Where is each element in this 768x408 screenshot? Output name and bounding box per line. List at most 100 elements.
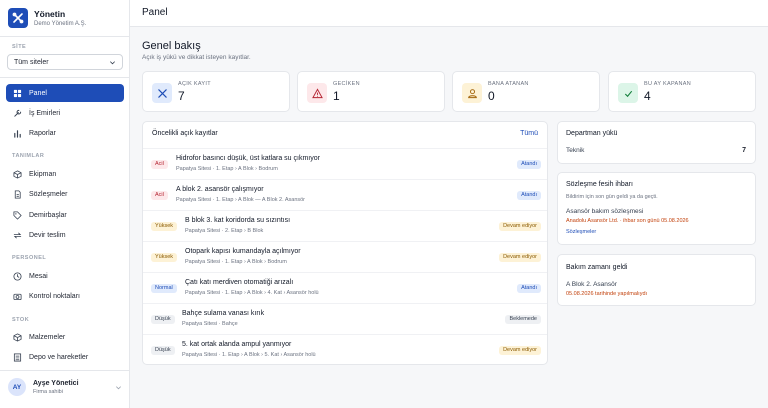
priority-badge: Düşük bbox=[151, 315, 175, 324]
user-name: Ayşe Yönetici bbox=[33, 379, 79, 387]
stat-card-closed[interactable]: BU AY KAPANAN 4 bbox=[608, 71, 756, 112]
divider bbox=[0, 36, 130, 37]
table-row[interactable]: Acil A blok 2. asansör çalışmıyor Papaty… bbox=[143, 179, 547, 210]
view-all-link[interactable]: Tümü bbox=[520, 130, 538, 137]
sidebar-item-warehouse[interactable]: Depo ve hareketler bbox=[6, 348, 124, 366]
row-title: B blok 3. kat koridorda su sızıntısı bbox=[185, 217, 291, 224]
sidebar-item-panel[interactable]: Panel bbox=[6, 84, 124, 102]
divider bbox=[0, 77, 130, 78]
maintenance-panel: Bakım zamanı geldi A Blok 2. Asansör 05.… bbox=[557, 254, 756, 306]
row-path: Papatya Sitesi · 2. Etap › B Blok bbox=[185, 228, 264, 234]
contract-note: Bildirim için son gün geldi ya da geçti. bbox=[566, 194, 658, 200]
stat-label: BU AY KAPANAN bbox=[644, 81, 692, 87]
maintenance-title: Bakım zamanı geldi bbox=[566, 264, 628, 271]
stat-card-overdue[interactable]: GECİKEN 1 bbox=[297, 71, 445, 112]
table-row[interactable]: Düşük 5. kat ortak alanda ampul yanmıyor… bbox=[143, 334, 547, 365]
definitions-section-label: TANIMLAR bbox=[12, 153, 45, 159]
contract-detail: Anadolu Asansör Ltd. · ihbar son günü 05… bbox=[566, 218, 689, 224]
contract-title: Sözleşme fesih ihbarı bbox=[566, 181, 633, 188]
department-count: 7 bbox=[742, 147, 746, 154]
status-badge: Atandı bbox=[517, 160, 541, 169]
sidebar-item-label: Malzemeler bbox=[29, 333, 66, 341]
table-row[interactable]: Yüksek B blok 3. kat koridorda su sızınt… bbox=[143, 210, 547, 241]
wrench-icon bbox=[13, 109, 22, 118]
brand-subtitle: Demo Yönetim A.Ş. bbox=[34, 20, 87, 27]
handover-icon bbox=[13, 231, 22, 240]
stat-value: 7 bbox=[178, 89, 185, 103]
sidebar-item-label: Mesai bbox=[29, 272, 48, 280]
department-title: Departman yükü bbox=[566, 130, 618, 137]
row-title: 5. kat ortak alanda ampul yanmıyor bbox=[182, 341, 292, 348]
table-row[interactable]: Normal Çatı katı merdiven otomatiği arız… bbox=[143, 272, 547, 303]
topbar: Panel bbox=[130, 0, 768, 27]
priority-badge: Yüksek bbox=[151, 222, 178, 231]
brand-title: Yönetin bbox=[34, 8, 66, 19]
sidebar-item-fixtures[interactable]: Demirbaşlar bbox=[6, 206, 124, 224]
contracts-link[interactable]: Sözleşmeler bbox=[566, 229, 596, 235]
page-title: Genel bakış bbox=[142, 40, 201, 52]
alert-triangle-icon bbox=[307, 83, 327, 103]
tag-icon bbox=[13, 210, 22, 220]
sidebar-item-label: Depo ve hareketler bbox=[29, 353, 89, 361]
contract-item[interactable]: Asansör bakım sözleşmesi bbox=[566, 208, 643, 215]
sidebar-item-materials[interactable]: Malzemeler bbox=[6, 328, 124, 346]
site-select[interactable]: Tüm siteler bbox=[7, 54, 123, 70]
wrench-icon bbox=[152, 83, 172, 103]
maintenance-detail: 05.08.2026 tarihinde yapılmalıydı bbox=[566, 291, 648, 297]
status-badge: Devam ediyor bbox=[499, 222, 541, 231]
stat-label: BANA ATANAN bbox=[488, 81, 529, 87]
row-title: Hidrofor basıncı düşük, üst katlara su ç… bbox=[176, 155, 320, 162]
user-menu[interactable]: AY Ayşe Yönetici Firma sahibi bbox=[8, 378, 122, 396]
box-icon bbox=[13, 169, 22, 179]
priority-panel-title: Öncelikli açık kayıtlar bbox=[152, 130, 218, 137]
department-name: Teknik bbox=[566, 147, 585, 154]
package-icon bbox=[13, 332, 22, 342]
contract-panel: Sözleşme fesih ihbarı Bildirim için son … bbox=[557, 172, 756, 245]
sidebar-item-checkpoints[interactable]: Kontrol noktaları bbox=[6, 287, 124, 305]
chevron-down-icon bbox=[116, 385, 121, 389]
document-icon bbox=[13, 189, 22, 199]
priority-badge: Düşük bbox=[151, 346, 175, 355]
table-row[interactable]: Acil Hidrofor basıncı düşük, üst katlara… bbox=[143, 148, 547, 179]
stat-value: 1 bbox=[333, 89, 340, 103]
sidebar-item-handover[interactable]: Devir teslim bbox=[6, 226, 124, 244]
stat-value: 0 bbox=[488, 89, 495, 103]
chevron-down-icon bbox=[110, 60, 115, 64]
bar-chart-icon bbox=[13, 129, 22, 138]
check-icon bbox=[618, 83, 638, 103]
topbar-title: Panel bbox=[142, 7, 168, 18]
sidebar-item-label: Demirbaşlar bbox=[29, 211, 67, 219]
stat-label: AÇIK KAYIT bbox=[178, 81, 211, 87]
row-path: Papatya Sitesi · 1. Etap › A Blok › 4. K… bbox=[185, 290, 319, 296]
brand[interactable]: Yönetin Demo Yönetim A.Ş. bbox=[8, 8, 86, 28]
stat-value: 4 bbox=[644, 89, 651, 103]
camera-icon bbox=[13, 292, 22, 301]
stat-card-open[interactable]: AÇIK KAYIT 7 bbox=[142, 71, 290, 112]
stock-section-label: STOK bbox=[12, 317, 30, 323]
sidebar-item-label: Sözleşmeler bbox=[29, 190, 68, 198]
sidebar-item-label: Panel bbox=[29, 89, 47, 97]
sidebar-item-label: Kontrol noktaları bbox=[29, 292, 80, 300]
sidebar-item-label: Devir teslim bbox=[29, 231, 66, 239]
priority-panel: Öncelikli açık kayıtlar Tümü Acil Hidrof… bbox=[142, 121, 548, 365]
sidebar-item-label: Ekipman bbox=[29, 170, 57, 178]
sidebar-item-reports[interactable]: Raporlar bbox=[6, 124, 124, 142]
table-row[interactable]: Yüksek Otopark kapısı kumandayla açılmıy… bbox=[143, 241, 547, 272]
sidebar-item-contracts[interactable]: Sözleşmeler bbox=[6, 185, 124, 203]
department-panel: Departman yükü Teknik 7 bbox=[557, 121, 756, 164]
priority-badge: Acil bbox=[151, 191, 168, 200]
maintenance-item[interactable]: A Blok 2. Asansör bbox=[566, 281, 617, 288]
priority-badge: Acil bbox=[151, 160, 168, 169]
stat-card-assigned[interactable]: BANA ATANAN 0 bbox=[452, 71, 600, 112]
user-role: Firma sahibi bbox=[33, 388, 63, 395]
sidebar-item-equipment[interactable]: Ekipman bbox=[6, 165, 124, 183]
sidebar-item-shifts[interactable]: Mesai bbox=[6, 267, 124, 285]
row-title: Bahçe sulama vanası kırık bbox=[182, 310, 265, 317]
page-subtitle: Açık iş yükü ve dikkat isteyen kayıtlar. bbox=[142, 54, 251, 61]
home-icon bbox=[13, 89, 22, 98]
table-row[interactable]: Düşük Bahçe sulama vanası kırık Papatya … bbox=[143, 303, 547, 334]
row-path: Papatya Sitesi · 1. Etap › A Blok — A Bl… bbox=[176, 197, 306, 203]
status-badge: Atandı bbox=[517, 191, 541, 200]
sidebar-item-work-orders[interactable]: İş Emirleri bbox=[6, 104, 124, 122]
status-badge: Devam ediyor bbox=[499, 253, 541, 262]
